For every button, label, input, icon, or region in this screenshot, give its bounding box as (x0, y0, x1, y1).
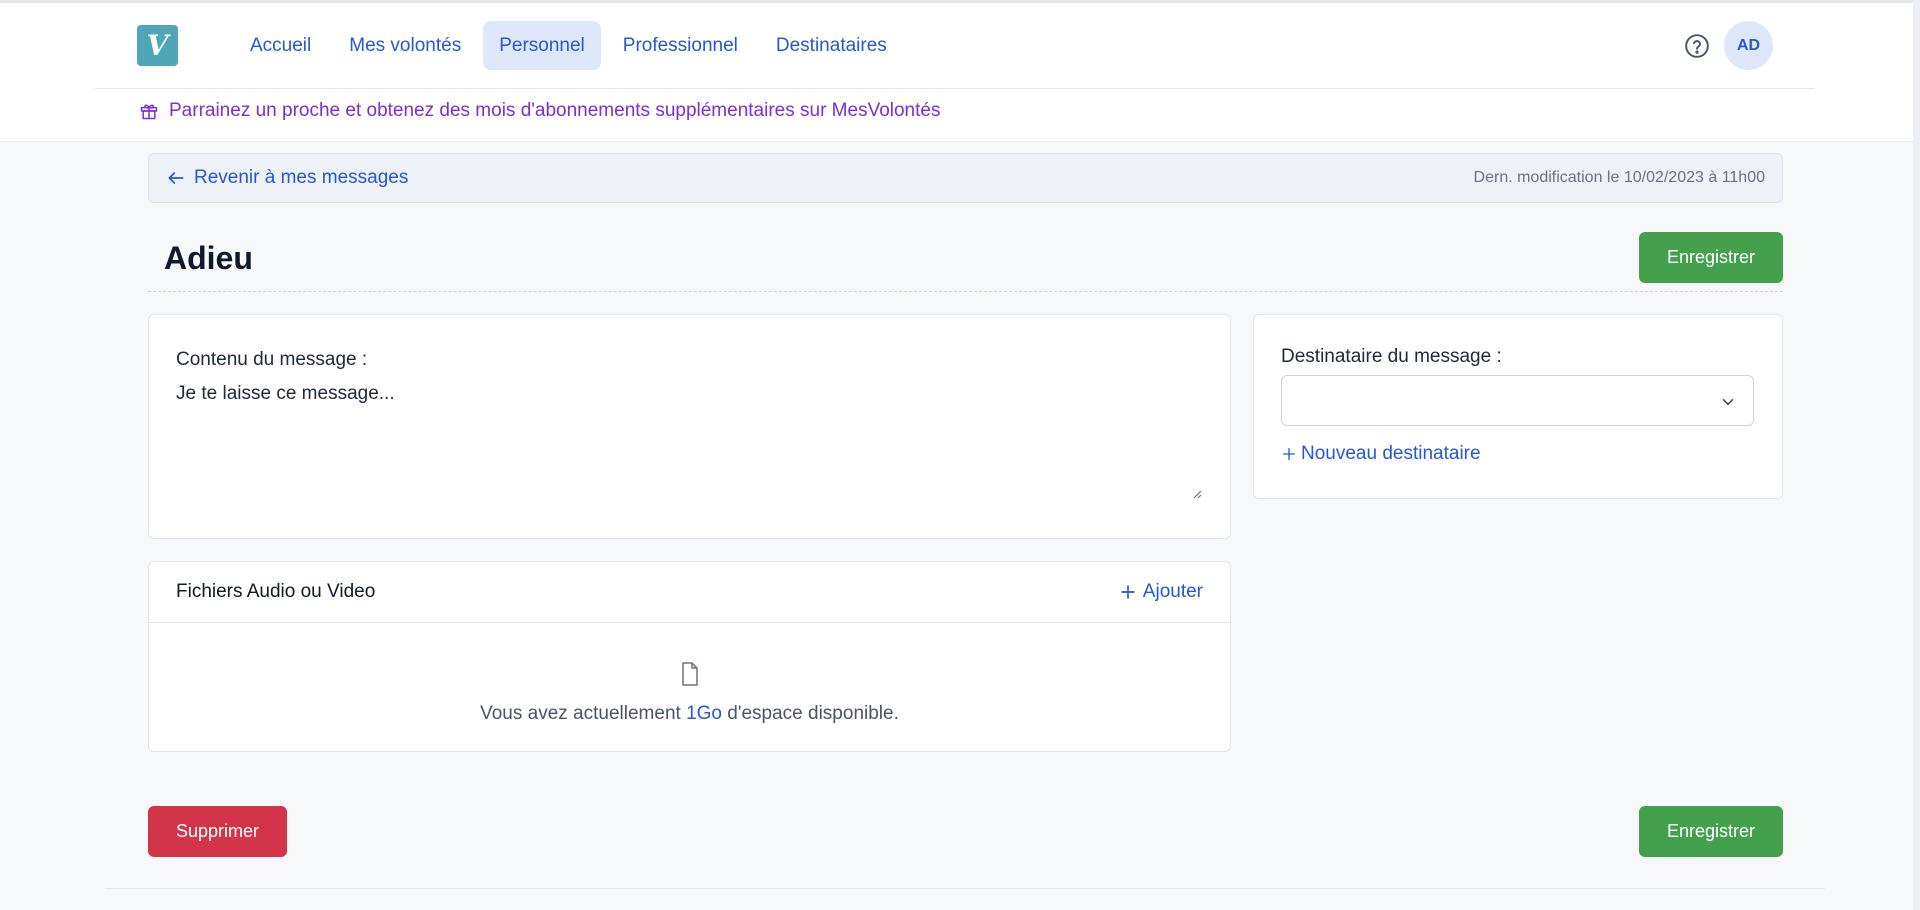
resize-handle-icon[interactable] (1190, 487, 1202, 499)
storage-space-text: Vous avez actuellement 1Go d'espace disp… (149, 703, 1230, 725)
back-to-messages-link[interactable]: Revenir à mes messages (166, 167, 408, 189)
save-button-top[interactable]: Enregistrer (1639, 232, 1783, 283)
logo-letter: V (146, 29, 169, 62)
arrow-left-icon (168, 172, 184, 184)
question-circle-icon[interactable] (1684, 33, 1710, 59)
title-row: Adieu Enregistrer (148, 232, 1783, 292)
back-link-label: Revenir à mes messages (194, 167, 409, 188)
nav-item-accueil[interactable]: Accueil (234, 21, 327, 70)
space-amount: 1Go (686, 703, 722, 724)
new-recipient-link[interactable]: Nouveau destinataire (1281, 443, 1481, 465)
space-prefix: Vous avez actuellement (480, 703, 681, 724)
add-file-label: Ajouter (1142, 581, 1203, 602)
gift-icon (140, 104, 158, 120)
footer-divider (105, 888, 1825, 889)
nav-item-personnel[interactable]: Personnel (483, 21, 601, 70)
recipient-select[interactable] (1281, 375, 1754, 426)
recipient-card: Destinataire du message : Nouveau destin… (1253, 314, 1783, 499)
files-title: Fichiers Audio ou Video (176, 581, 376, 602)
file-icon (681, 662, 698, 686)
message-label: Contenu du message : (176, 349, 368, 370)
space-suffix: d'espace disponible. (727, 703, 899, 724)
message-card: Contenu du message : Je te laisse ce mes… (148, 314, 1231, 539)
nav-links: Accueil Mes volontés Personnel Professio… (234, 21, 903, 70)
plus-icon (1283, 448, 1295, 460)
files-header: Fichiers Audio ou Video Ajouter (149, 562, 1230, 623)
nav-item-mes-volontes[interactable]: Mes volontés (333, 21, 477, 70)
app-logo[interactable]: V (137, 25, 178, 66)
files-empty-state: Vous avez actuellement 1Go d'espace disp… (149, 662, 1230, 725)
referral-promo-link[interactable]: Parrainez un proche et obtenez des mois … (139, 100, 940, 122)
promo-text: Parrainez un proche et obtenez des mois … (169, 100, 941, 121)
nav-item-professionnel[interactable]: Professionnel (607, 21, 754, 70)
plus-icon (1120, 585, 1135, 599)
recipient-label: Destinataire du message : (1281, 346, 1502, 367)
delete-button[interactable]: Supprimer (148, 806, 287, 857)
last-modified-text: Dern. modification le 10/02/2023 à 11h00 (1473, 169, 1765, 186)
top-header: V Accueil Mes volontés Personnel Profess… (0, 0, 1920, 142)
media-files-card: Fichiers Audio ou Video Ajouter Vous ave… (148, 561, 1231, 752)
new-recipient-label: Nouveau destinataire (1301, 443, 1481, 464)
back-bar: Revenir à mes messages Dern. modificatio… (148, 153, 1783, 203)
add-file-button[interactable]: Ajouter (1119, 581, 1203, 603)
page-title: Adieu (164, 240, 253, 276)
main-nav: V Accueil Mes volontés Personnel Profess… (95, 3, 1815, 89)
chevron-down-icon (1722, 399, 1734, 405)
message-textarea[interactable]: Je te laisse ce message... (176, 383, 1206, 503)
window-scrollbar[interactable] (1913, 0, 1920, 910)
save-button-bottom[interactable]: Enregistrer (1639, 806, 1783, 857)
user-avatar[interactable]: AD (1724, 21, 1773, 70)
nav-item-destinataires[interactable]: Destinataires (760, 21, 903, 70)
